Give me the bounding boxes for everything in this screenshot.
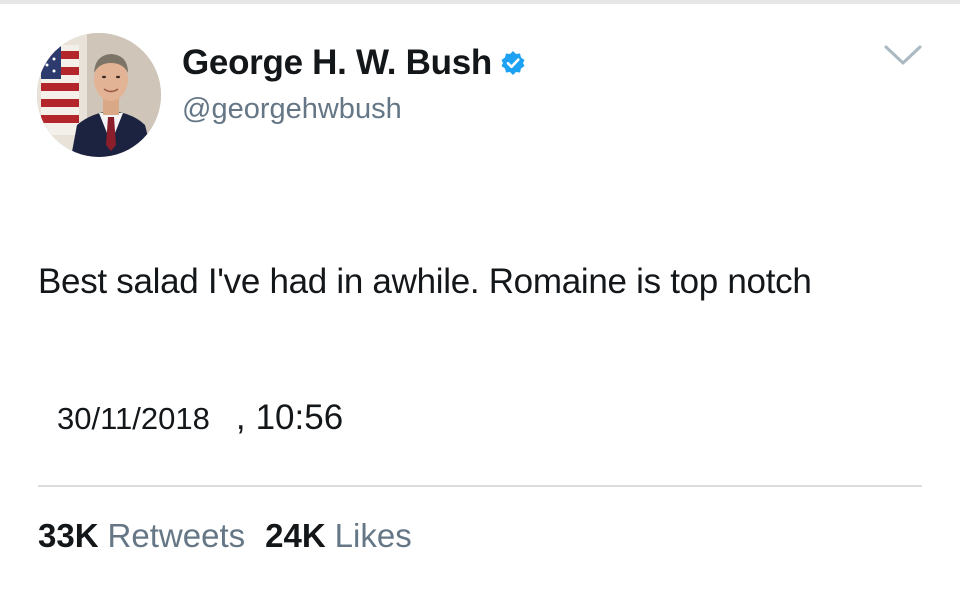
top-divider (0, 0, 960, 4)
tweet-stats: 33K Retweets 24K Likes (38, 517, 412, 555)
chevron-down-icon[interactable] (880, 40, 926, 70)
likes-stat[interactable]: 24K Likes (265, 517, 412, 555)
likes-count: 24K (265, 517, 326, 554)
timestamp-time: 10:56 (255, 398, 344, 437)
retweets-count: 33K (38, 517, 99, 554)
timestamp-date: 30/11/2018 (57, 401, 210, 436)
likes-label: Likes (334, 517, 412, 554)
author-name-row: George H. W. Bush (182, 40, 526, 86)
verified-badge-icon (500, 50, 526, 76)
avatar-photo (37, 33, 161, 157)
timestamp-separator: , (235, 398, 246, 437)
tweet-timestamp[interactable]: 30/11/2018 , 10:56 (57, 398, 343, 442)
author-display-name[interactable]: George H. W. Bush (182, 43, 492, 83)
stats-divider (38, 485, 922, 487)
tweet-text: Best salad I've had in awhile. Romaine i… (38, 262, 812, 301)
retweets-stat[interactable]: 33K Retweets (38, 517, 245, 555)
avatar[interactable] (37, 33, 161, 157)
retweets-label: Retweets (107, 517, 246, 554)
author-handle[interactable]: @georgehwbush (182, 93, 402, 126)
